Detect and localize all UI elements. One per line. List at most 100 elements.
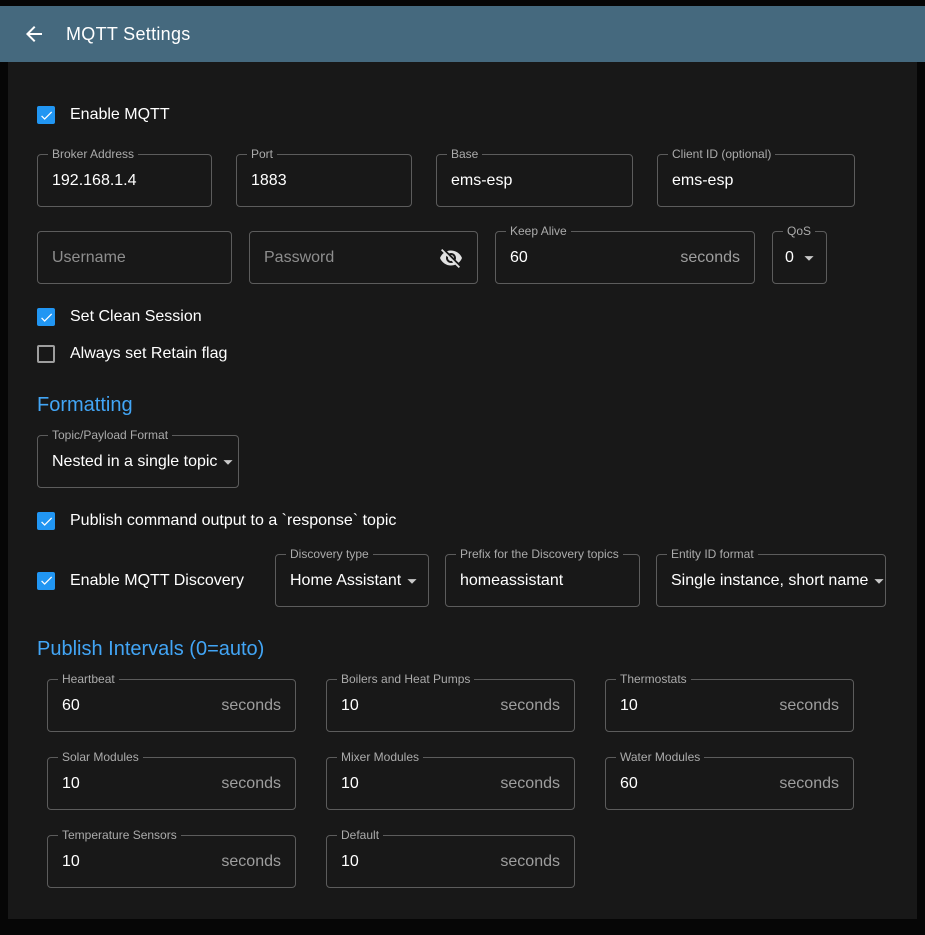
- qos-select[interactable]: QoS 0: [772, 231, 827, 284]
- base-input[interactable]: [451, 172, 618, 190]
- entity-id-format-label: Entity ID format: [667, 548, 758, 561]
- qos-value: 0: [785, 249, 798, 267]
- thermostats-interval-input[interactable]: [620, 697, 771, 715]
- toggle-password-visibility-button[interactable]: [439, 246, 463, 270]
- port-input[interactable]: [251, 172, 397, 190]
- clean-session-label: Set Clean Session: [70, 308, 202, 326]
- mixer-modules-interval-input[interactable]: [341, 775, 492, 793]
- seconds-suffix: seconds: [500, 853, 560, 871]
- water-modules-interval-label: Water Modules: [616, 751, 704, 764]
- base-field[interactable]: Base: [436, 154, 633, 207]
- keep-alive-label: Keep Alive: [506, 225, 571, 238]
- thermostats-interval-label: Thermostats: [616, 673, 691, 686]
- topic-format-select[interactable]: Topic/Payload Format Nested in a single …: [37, 435, 239, 488]
- qos-label: QoS: [783, 225, 815, 238]
- arrow-left-icon: [22, 22, 46, 46]
- temperature-sensors-interval-field[interactable]: Temperature Sensors seconds: [47, 835, 296, 888]
- seconds-suffix: seconds: [779, 775, 839, 793]
- enable-mqtt-label: Enable MQTT: [70, 106, 170, 124]
- base-label: Base: [447, 148, 482, 161]
- solar-modules-interval-label: Solar Modules: [58, 751, 143, 764]
- checkbox-checked-icon: [37, 308, 55, 326]
- broker-address-input[interactable]: [52, 172, 197, 190]
- topic-format-row: Topic/Payload Format Nested in a single …: [37, 435, 888, 488]
- mixer-modules-interval-field[interactable]: Mixer Modules seconds: [326, 757, 575, 810]
- back-button[interactable]: [12, 12, 56, 56]
- client-id-label: Client ID (optional): [668, 148, 775, 161]
- heartbeat-interval-field[interactable]: Heartbeat seconds: [47, 679, 296, 732]
- dropdown-arrow-icon: [217, 451, 239, 473]
- seconds-suffix: seconds: [500, 775, 560, 793]
- water-modules-interval-field[interactable]: Water Modules seconds: [605, 757, 854, 810]
- default-interval-field[interactable]: Default seconds: [326, 835, 575, 888]
- dropdown-arrow-icon: [868, 570, 890, 592]
- enable-discovery-checkbox[interactable]: Enable MQTT Discovery: [37, 572, 259, 590]
- default-interval-input[interactable]: [341, 853, 492, 871]
- publish-intervals-heading: Publish Intervals (0=auto): [37, 637, 888, 661]
- broker-settings-row: Broker Address Port Base Client ID (opti…: [37, 154, 888, 207]
- port-field[interactable]: Port: [236, 154, 412, 207]
- publish-response-checkbox[interactable]: Publish command output to a `response` t…: [37, 512, 888, 530]
- heartbeat-interval-label: Heartbeat: [58, 673, 119, 686]
- settings-panel: Enable MQTT Broker Address Port Base Cli…: [8, 62, 917, 919]
- default-interval-label: Default: [337, 829, 383, 842]
- username-field[interactable]: [37, 231, 232, 284]
- seconds-suffix: seconds: [221, 697, 281, 715]
- discovery-type-value: Home Assistant: [290, 572, 401, 590]
- boilers-interval-field[interactable]: Boilers and Heat Pumps seconds: [326, 679, 575, 732]
- publish-response-label: Publish command output to a `response` t…: [70, 512, 396, 530]
- dropdown-arrow-icon: [798, 247, 820, 269]
- credentials-row: Keep Alive seconds QoS 0: [37, 231, 888, 284]
- clean-session-checkbox[interactable]: Set Clean Session: [37, 308, 888, 326]
- discovery-prefix-label: Prefix for the Discovery topics: [456, 548, 623, 561]
- client-id-input[interactable]: [672, 172, 840, 190]
- entity-id-format-value: Single instance, short name: [671, 572, 868, 590]
- checkbox-checked-icon: [37, 106, 55, 124]
- thermostats-interval-field[interactable]: Thermostats seconds: [605, 679, 854, 732]
- client-id-field[interactable]: Client ID (optional): [657, 154, 855, 207]
- seconds-suffix: seconds: [680, 249, 740, 267]
- checkbox-checked-icon: [37, 512, 55, 530]
- page-title: MQTT Settings: [66, 24, 191, 45]
- seconds-suffix: seconds: [221, 775, 281, 793]
- discovery-row: Enable MQTT Discovery Discovery type Hom…: [37, 554, 888, 607]
- water-modules-interval-input[interactable]: [620, 775, 771, 793]
- formatting-heading: Formatting: [37, 393, 888, 417]
- keep-alive-input[interactable]: [510, 249, 672, 267]
- discovery-prefix-input[interactable]: [460, 572, 625, 590]
- boilers-interval-input[interactable]: [341, 697, 492, 715]
- checkbox-checked-icon: [37, 572, 55, 590]
- seconds-suffix: seconds: [221, 853, 281, 871]
- seconds-suffix: seconds: [779, 697, 839, 715]
- visibility-off-icon: [439, 246, 463, 270]
- keep-alive-field[interactable]: Keep Alive seconds: [495, 231, 755, 284]
- temperature-sensors-interval-input[interactable]: [62, 853, 213, 871]
- discovery-type-label: Discovery type: [286, 548, 373, 561]
- discovery-prefix-field[interactable]: Prefix for the Discovery topics: [445, 554, 640, 607]
- retain-flag-label: Always set Retain flag: [70, 345, 227, 363]
- app-bar: MQTT Settings: [0, 6, 925, 62]
- entity-id-format-select[interactable]: Entity ID format Single instance, short …: [656, 554, 886, 607]
- broker-address-field[interactable]: Broker Address: [37, 154, 212, 207]
- broker-address-label: Broker Address: [48, 148, 138, 161]
- retain-flag-checkbox[interactable]: Always set Retain flag: [37, 345, 888, 363]
- mixer-modules-interval-label: Mixer Modules: [337, 751, 423, 764]
- enable-mqtt-checkbox[interactable]: Enable MQTT: [37, 106, 888, 124]
- dropdown-arrow-icon: [401, 570, 423, 592]
- topic-format-value: Nested in a single topic: [52, 453, 217, 471]
- topic-format-label: Topic/Payload Format: [48, 429, 172, 442]
- seconds-suffix: seconds: [500, 697, 560, 715]
- heartbeat-interval-input[interactable]: [62, 697, 213, 715]
- intervals-grid: Heartbeat seconds Boilers and Heat Pumps…: [47, 679, 888, 888]
- boilers-interval-label: Boilers and Heat Pumps: [337, 673, 474, 686]
- solar-modules-interval-input[interactable]: [62, 775, 213, 793]
- solar-modules-interval-field[interactable]: Solar Modules seconds: [47, 757, 296, 810]
- temperature-sensors-interval-label: Temperature Sensors: [58, 829, 181, 842]
- password-field[interactable]: [249, 231, 478, 284]
- enable-discovery-label: Enable MQTT Discovery: [70, 572, 244, 590]
- discovery-type-select[interactable]: Discovery type Home Assistant: [275, 554, 429, 607]
- password-input[interactable]: [264, 249, 439, 267]
- username-input[interactable]: [52, 249, 217, 267]
- port-label: Port: [247, 148, 277, 161]
- checkbox-unchecked-icon: [37, 345, 55, 363]
